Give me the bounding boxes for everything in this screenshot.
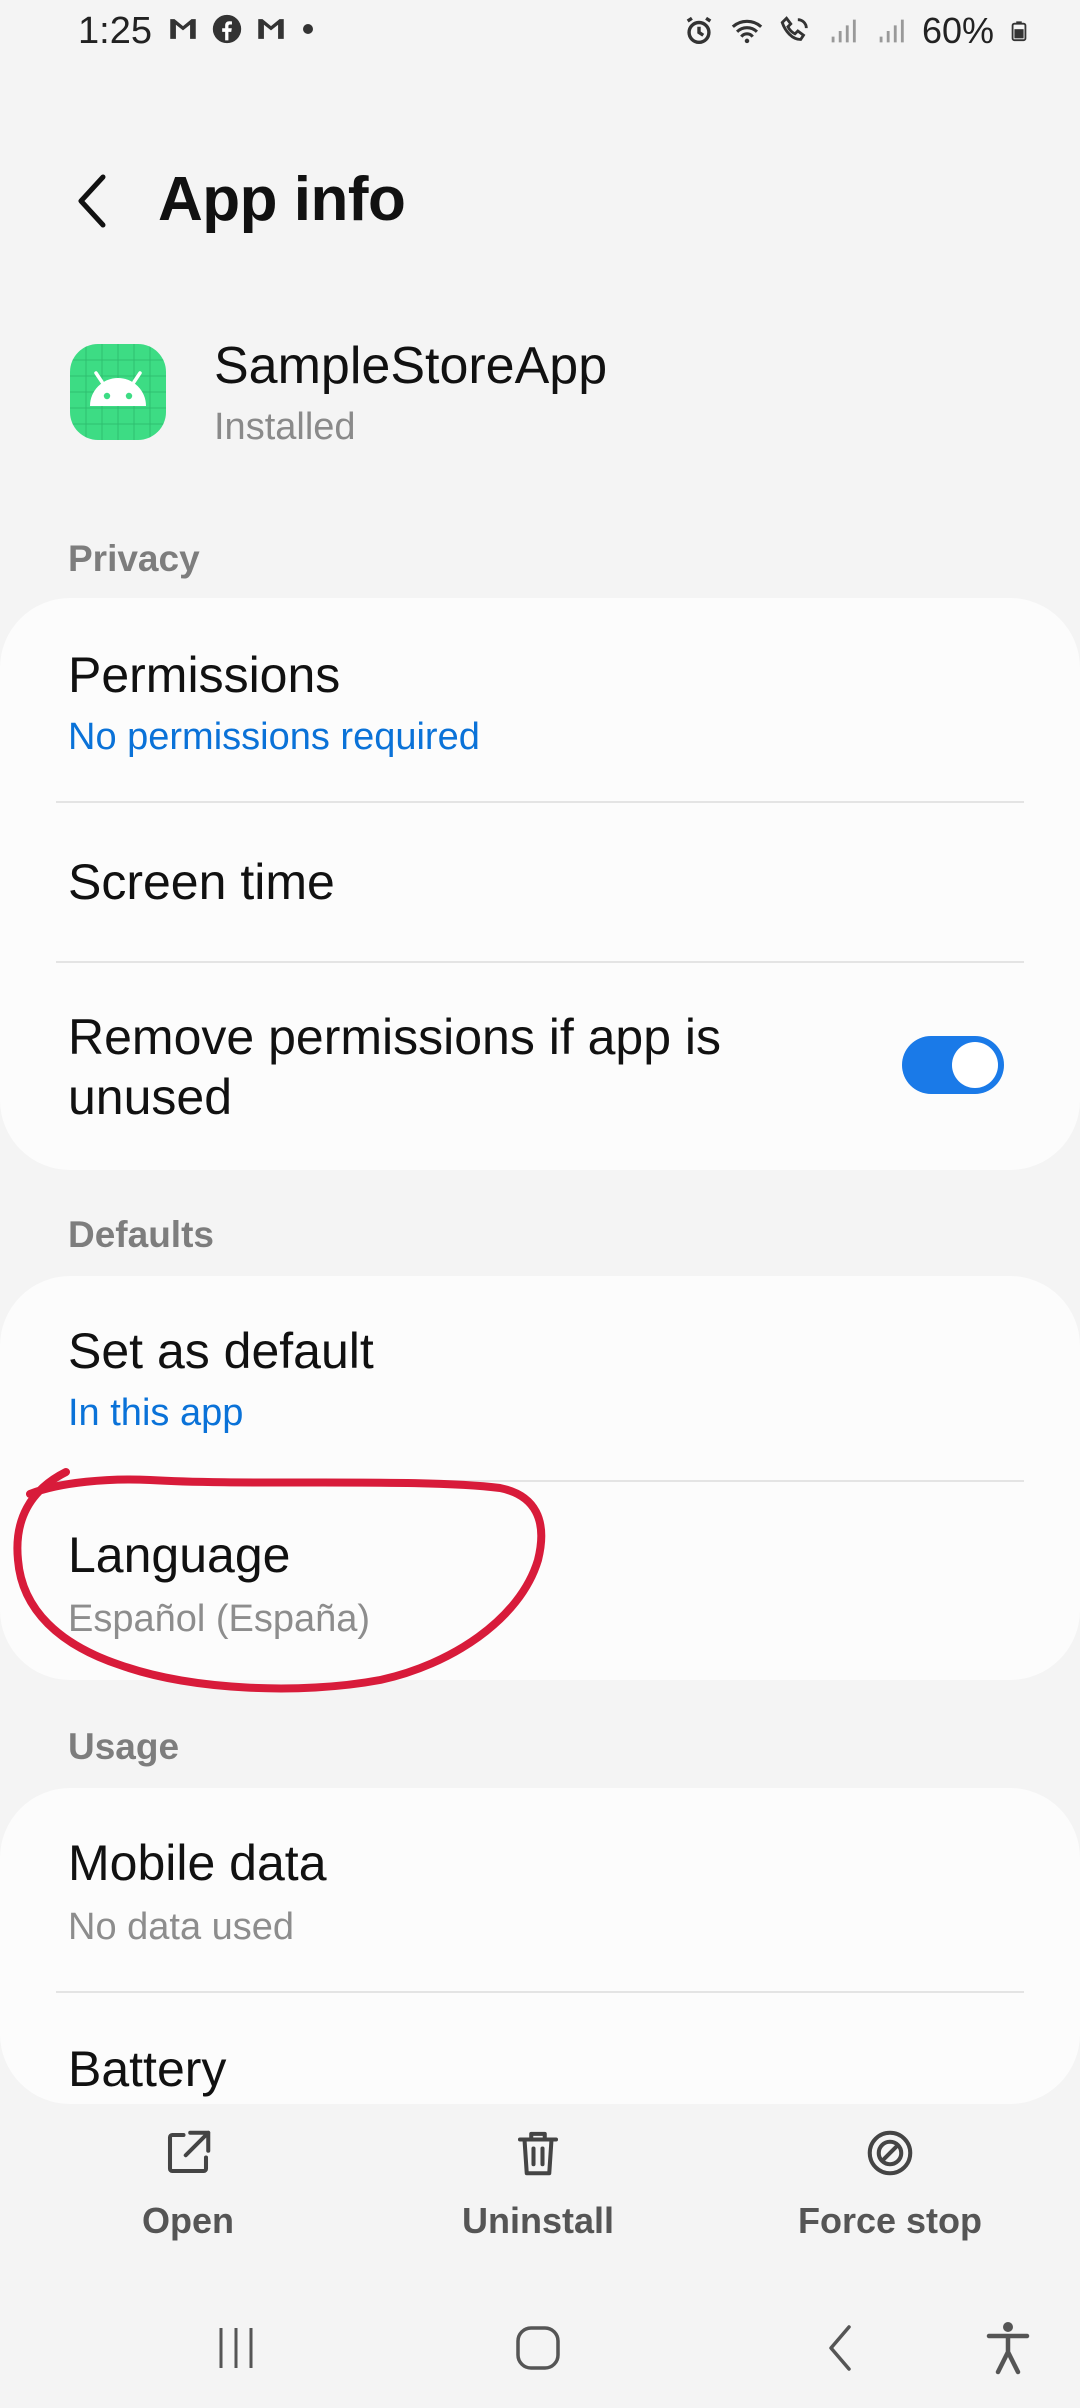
battery-percent: 60% (921, 10, 994, 51)
back-button[interactable] (58, 166, 128, 236)
uninstall-label: Uninstall (461, 2200, 614, 2241)
permissions-title: Permissions (68, 647, 341, 703)
gmail-icon (170, 19, 196, 39)
open-button[interactable]: Open (78, 2126, 298, 2242)
back-nav-icon (829, 2325, 851, 2371)
remove-permissions-title-line1: Remove permissions if app is (68, 1009, 722, 1065)
app-name: SampleStoreApp (214, 337, 608, 395)
mobile-data-title: Mobile data (68, 1835, 327, 1891)
wifi-icon (731, 19, 763, 44)
toggle-knob (952, 1042, 998, 1088)
android-icon (70, 344, 166, 440)
annotation-circle (13, 1468, 546, 1693)
set-as-default-subtitle: In this app (68, 1392, 244, 1434)
permissions-subtitle: No permissions required (68, 716, 480, 758)
navigation-bar (0, 2288, 1080, 2408)
trash-icon (517, 2131, 559, 2176)
uninstall-button[interactable]: Uninstall (428, 2126, 648, 2242)
accessibility-button[interactable] (978, 2318, 1038, 2378)
notification-icons (166, 12, 318, 46)
accessibility-icon (986, 2322, 1030, 2375)
home-icon (516, 2326, 560, 2370)
back-nav-button[interactable] (810, 2318, 870, 2378)
signal-icon (831, 19, 856, 43)
recent-apps-icon (219, 2328, 253, 2368)
section-label-defaults: Defaults (68, 1214, 214, 1255)
battery-title: Battery (68, 2041, 227, 2097)
gmail-icon (258, 19, 284, 39)
signal-icon (879, 19, 904, 43)
screen-time-title: Screen time (68, 854, 335, 910)
alarm-icon (686, 16, 712, 45)
section-label-usage: Usage (68, 1726, 180, 1767)
force-stop-button[interactable]: Force stop (780, 2126, 1000, 2242)
force-stop-label: Force stop (797, 2200, 983, 2241)
app-icon (70, 344, 166, 440)
recent-apps-button[interactable] (206, 2318, 266, 2378)
force-stop-icon (867, 2130, 913, 2176)
open-label: Open (141, 2200, 234, 2241)
wifi-calling-icon (780, 16, 808, 41)
battery-icon (1011, 21, 1027, 42)
open-external-icon (167, 2130, 211, 2174)
back-arrow-icon (78, 174, 106, 228)
page-title: App info (158, 165, 406, 234)
home-button[interactable] (508, 2318, 568, 2378)
remove-permissions-toggle[interactable] (902, 1036, 1004, 1094)
set-as-default-title: Set as default (68, 1323, 374, 1379)
section-label-privacy: Privacy (68, 538, 200, 579)
app-install-status: Installed (214, 406, 356, 448)
dot-icon (303, 24, 313, 34)
system-status-icons: 60% (682, 10, 1030, 52)
mobile-data-subtitle: No data used (68, 1906, 295, 1948)
status-time: 1:25 (78, 10, 152, 52)
facebook-icon (212, 14, 242, 44)
remove-permissions-title-line2: unused (68, 1069, 233, 1125)
